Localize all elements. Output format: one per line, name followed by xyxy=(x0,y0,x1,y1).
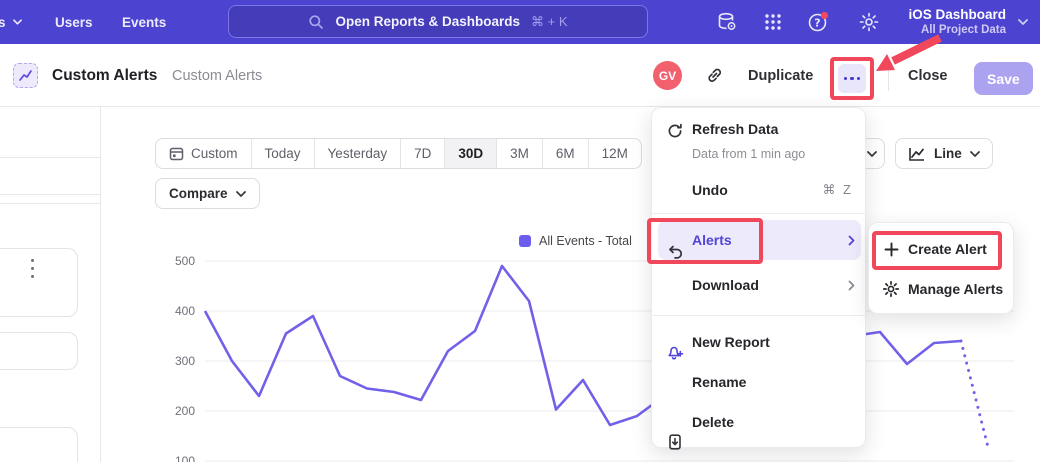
submenu-item-create-alert[interactable]: Create Alert xyxy=(869,229,1015,269)
menu-item-alerts[interactable]: Alerts xyxy=(652,220,867,260)
duplicate-button[interactable]: Duplicate xyxy=(748,44,813,107)
chevron-down-icon xyxy=(1018,19,1028,25)
menu-item-download[interactable]: Download xyxy=(652,265,867,305)
menu-divider xyxy=(652,213,867,214)
nav-item-users[interactable]: Users xyxy=(55,0,93,44)
copy-link-icon[interactable] xyxy=(705,66,724,85)
breadcrumb: Custom Alerts xyxy=(172,44,262,107)
menu-item-delete[interactable]: Delete xyxy=(652,402,867,442)
line-chart-icon xyxy=(908,146,926,162)
svg-text:500: 500 xyxy=(175,254,195,268)
alerts-submenu: Create Alert Manage Alerts xyxy=(868,222,1014,314)
report-chart-icon xyxy=(13,63,38,88)
notification-dot xyxy=(821,12,828,19)
chevron-down-icon xyxy=(970,151,980,157)
header-divider xyxy=(888,66,889,91)
nav-item-events[interactable]: Events xyxy=(122,0,166,44)
chevron-down-icon xyxy=(236,191,246,197)
legend-swatch xyxy=(519,235,531,247)
search-input[interactable]: Open Reports & Dashboards ⌘ + K xyxy=(228,5,648,38)
more-options-menu: Refresh Data Data from 1 min ago Undo ⌘ … xyxy=(651,107,866,448)
search-placeholder: Open Reports & Dashboards xyxy=(335,14,520,29)
range-3m[interactable]: 3M xyxy=(496,139,542,168)
sidebar-card[interactable] xyxy=(0,332,78,370)
legend-label: All Events - Total xyxy=(539,234,632,248)
chevron-right-icon xyxy=(848,280,855,291)
apps-grid-icon[interactable] xyxy=(762,11,784,33)
chart-legend: All Events - Total xyxy=(519,234,632,248)
refresh-status: Data from 1 min ago xyxy=(692,147,805,161)
range-6m[interactable]: 6M xyxy=(542,139,588,168)
menu-item-rename[interactable]: Rename xyxy=(652,362,867,402)
sidebar-card[interactable] xyxy=(0,248,78,317)
svg-text:400: 400 xyxy=(175,304,195,318)
gear-icon xyxy=(882,280,900,298)
plus-icon xyxy=(884,242,899,257)
svg-text:?: ? xyxy=(814,17,820,30)
save-button[interactable]: Save xyxy=(974,62,1033,95)
project-switcher[interactable]: iOS Dashboard All Project Data xyxy=(908,0,1006,44)
avatar[interactable]: GV xyxy=(653,61,682,90)
chart-type-button[interactable]: Line xyxy=(895,138,993,169)
sidebar-row-border xyxy=(0,157,100,158)
project-name: iOS Dashboard xyxy=(908,7,1006,23)
range-yesterday[interactable]: Yesterday xyxy=(314,139,401,168)
svg-text:300: 300 xyxy=(175,354,195,368)
range-12m[interactable]: 12M xyxy=(588,139,641,168)
undo-shortcut: ⌘ Z xyxy=(822,182,853,198)
search-icon xyxy=(308,14,324,30)
sidebar-row-border xyxy=(0,203,100,204)
help-icon[interactable]: ? xyxy=(807,11,829,33)
submenu-item-manage-alerts[interactable]: Manage Alerts xyxy=(869,269,1015,309)
close-button[interactable]: Close xyxy=(908,44,948,107)
report-header: Custom Alerts Custom Alerts GV Duplicate… xyxy=(0,44,1040,107)
nav-boards-truncated[interactable]: s xyxy=(0,0,22,44)
menu-item-refresh-data[interactable]: Refresh Data Data from 1 min ago xyxy=(652,116,867,162)
menu-item-undo[interactable]: Undo ⌘ Z xyxy=(652,170,867,210)
sidebar-card[interactable] xyxy=(0,427,78,462)
svg-text:200: 200 xyxy=(175,404,195,418)
chevron-right-icon xyxy=(848,235,855,246)
kebab-menu-icon[interactable] xyxy=(31,259,34,278)
range-custom[interactable]: Custom xyxy=(156,139,251,168)
menu-divider xyxy=(652,315,867,316)
range-7d[interactable]: 7D xyxy=(400,139,444,168)
menu-item-new-report[interactable]: New Report xyxy=(652,322,867,362)
refresh-icon xyxy=(666,122,684,140)
date-range-control: Custom Today Yesterday 7D 30D 3M 6M 12M xyxy=(155,138,642,169)
chevron-down-icon xyxy=(13,19,22,25)
calendar-icon xyxy=(169,146,184,161)
sidebar-divider xyxy=(100,107,101,462)
settings-gear-icon[interactable] xyxy=(858,11,880,33)
svg-text:100: 100 xyxy=(175,454,195,462)
top-nav: s Users Events Open Reports & Dashboards… xyxy=(0,0,1040,44)
more-options-button[interactable] xyxy=(838,64,866,93)
search-shortcut: ⌘ + K xyxy=(531,14,568,30)
page-title: Custom Alerts xyxy=(52,44,157,107)
range-30d-selected[interactable]: 30D xyxy=(444,139,496,168)
range-today[interactable]: Today xyxy=(251,139,314,168)
sidebar-row-border xyxy=(0,194,100,195)
data-management-icon[interactable] xyxy=(716,11,738,33)
compare-button[interactable]: Compare xyxy=(155,178,260,209)
chevron-down-icon xyxy=(867,151,877,157)
app-root: 500 400 300 200 100 All Events - Total Custo… xyxy=(0,0,1040,462)
project-scope: All Project Data xyxy=(921,23,1006,37)
